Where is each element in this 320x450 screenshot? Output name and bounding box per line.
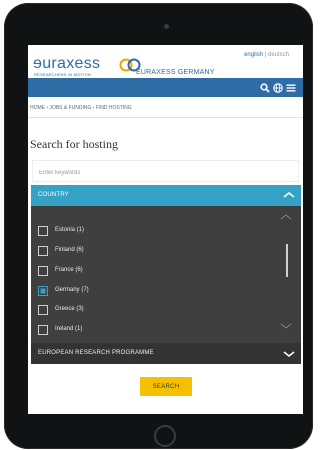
logo-tagline: RESEARCHERS IN MOTION <box>34 72 91 77</box>
country-option[interactable]: Estonia (1) <box>38 226 238 238</box>
euraxess-logo[interactable]: ɘuraxess RESEARCHERS IN MOTION <box>31 55 111 77</box>
site-header: ɘuraxess RESEARCHERS IN MOTION EURAXESS … <box>28 45 303 78</box>
country-option-label: Finland (6) <box>55 247 84 253</box>
keyword-search-field[interactable] <box>32 160 299 183</box>
scroll-down-icon[interactable] <box>280 323 292 329</box>
divider <box>28 117 303 118</box>
country-option[interactable]: Germany (7) <box>38 286 238 298</box>
keyword-input[interactable] <box>33 163 298 183</box>
menu-icon[interactable] <box>286 83 296 93</box>
lang-deutsch-link[interactable]: deutsch <box>268 52 289 58</box>
breadcrumb[interactable]: HOME › JOBS & FUNDING › FIND HOSTING <box>30 105 132 111</box>
site-name: EURAXESS GERMANY <box>136 69 215 76</box>
logo-wordmark: ɘuraxess <box>33 55 101 72</box>
nav-bar <box>28 78 303 97</box>
country-option[interactable]: France (6) <box>38 266 238 278</box>
country-option-label: Ireland (1) <box>55 326 83 332</box>
country-option-label: France (6) <box>55 267 83 273</box>
country-option[interactable]: Ireland (1) <box>38 325 238 337</box>
country-option-label: Estonia (1) <box>55 227 85 233</box>
programme-filter-label: EUROPEAN RESEARCH PROGRAMME <box>38 350 154 356</box>
search-icon[interactable] <box>260 83 270 93</box>
page-title: Search for hosting <box>30 137 118 151</box>
camera-dot <box>164 24 169 29</box>
checkbox[interactable] <box>38 325 48 335</box>
lang-english-link[interactable]: english <box>244 52 263 58</box>
screen: ɘuraxess RESEARCHERS IN MOTION EURAXESS … <box>28 45 303 414</box>
checkbox[interactable] <box>38 305 48 315</box>
checkbox[interactable] <box>38 266 48 276</box>
country-option[interactable]: Greece (3) <box>38 305 238 317</box>
tablet-frame: ɘuraxess RESEARCHERS IN MOTION EURAXESS … <box>4 3 313 449</box>
country-list: Estonia (1) Finland (6) France (6) Germa… <box>31 206 301 343</box>
chevron-down-icon[interactable] <box>283 350 295 358</box>
chevron-up-icon[interactable] <box>283 191 295 199</box>
country-filter-header[interactable]: COUNTRY <box>31 185 301 206</box>
globe-icon[interactable] <box>273 83 283 93</box>
language-switch: english | deutsch <box>244 52 289 58</box>
programme-filter-header[interactable]: EUROPEAN RESEARCH PROGRAMME <box>31 343 301 364</box>
checkbox[interactable] <box>38 226 48 236</box>
country-option-label: Germany (7) <box>55 287 89 293</box>
home-button[interactable] <box>154 425 176 447</box>
checkbox-checked[interactable] <box>38 286 48 296</box>
search-button[interactable]: SEARCH <box>140 377 192 396</box>
country-option-label: Greece (3) <box>55 306 84 312</box>
scroll-up-icon[interactable] <box>280 214 292 220</box>
country-option[interactable]: Finland (6) <box>38 246 238 258</box>
checkbox[interactable] <box>38 246 48 256</box>
scrollbar-thumb[interactable] <box>286 244 288 277</box>
country-filter-label: COUNTRY <box>38 192 69 198</box>
